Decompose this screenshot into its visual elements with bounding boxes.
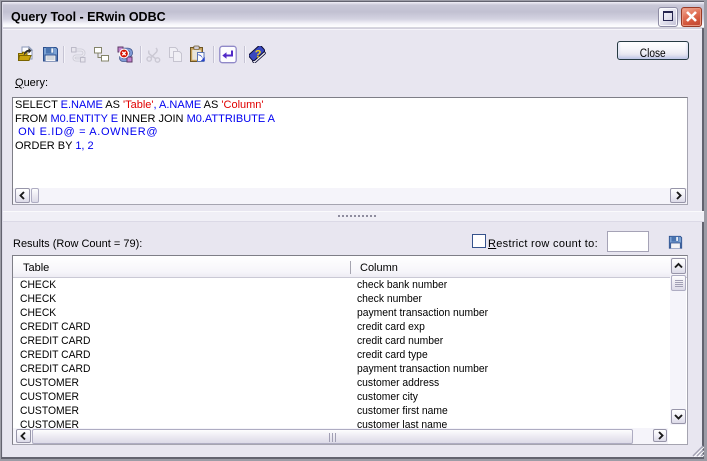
svg-text:?: ? xyxy=(255,48,262,60)
